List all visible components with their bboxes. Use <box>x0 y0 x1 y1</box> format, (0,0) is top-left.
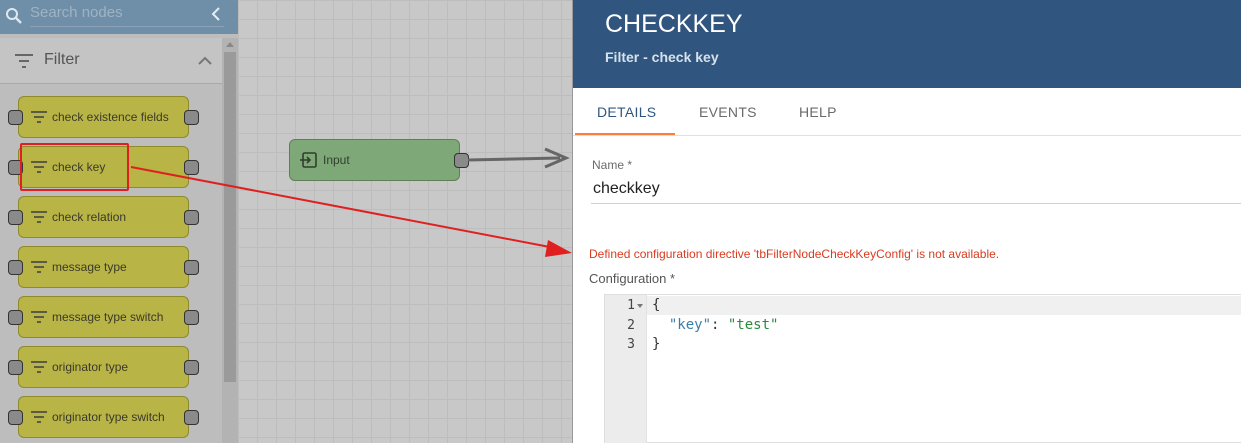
node-label: check relation <box>52 210 127 224</box>
tab-details[interactable]: DETAILS <box>597 104 656 120</box>
panel-title: CHECKKEY <box>605 10 743 38</box>
configuration-label: Configuration * <box>589 271 675 286</box>
node-label: originator type switch <box>52 410 165 424</box>
chevron-up-icon[interactable] <box>196 52 214 70</box>
search-underline <box>30 26 224 27</box>
node-output-port[interactable] <box>184 310 199 325</box>
filter-icon <box>31 311 47 323</box>
node-details-panel: CHECKKEY Filter - check key DETAILS EVEN… <box>572 0 1241 443</box>
name-field[interactable]: checkkey <box>593 180 660 198</box>
filter-icon <box>31 361 47 373</box>
fold-toggle-icon[interactable] <box>637 304 643 308</box>
search-icon <box>6 8 22 24</box>
name-field-underline <box>591 203 1241 204</box>
node-palette: Search nodes Filter check existence fiel… <box>0 0 238 443</box>
node-input-port[interactable] <box>8 110 23 125</box>
node-label: message type <box>52 260 127 274</box>
node-output-port[interactable] <box>184 410 199 425</box>
editor-gutter: 1 2 3 <box>605 295 647 443</box>
input-node-label: Input <box>323 153 350 167</box>
input-node[interactable]: Input <box>289 139 460 181</box>
palette-scroll-thumb[interactable] <box>224 52 236 382</box>
code-line-1: { <box>652 297 661 313</box>
configuration-json-editor[interactable]: 1 2 3 { "key": "test" } <box>604 294 1241 443</box>
filter-group-label: Filter <box>44 51 80 68</box>
node-output-port[interactable] <box>184 110 199 125</box>
filter-icon <box>15 54 33 68</box>
line-number: 3 <box>627 337 635 352</box>
palette-node-originator-type[interactable]: originator type <box>18 346 189 388</box>
palette-node-message-type[interactable]: message type <box>18 246 189 288</box>
filter-icon <box>31 411 47 423</box>
line-number: 2 <box>627 318 635 333</box>
rule-chain-canvas[interactable] <box>238 0 572 443</box>
active-tab-indicator <box>575 133 675 135</box>
line-number: 1 <box>627 298 635 313</box>
filter-group-header[interactable]: Filter <box>0 38 222 84</box>
node-input-port[interactable] <box>8 360 23 375</box>
input-node-output-port[interactable] <box>454 153 469 168</box>
chevron-left-icon[interactable] <box>206 4 226 24</box>
node-output-port[interactable] <box>184 260 199 275</box>
input-icon <box>300 152 317 168</box>
code-line-2: "key": "test" <box>668 317 779 333</box>
search-bar: Search nodes <box>0 0 238 34</box>
tab-events[interactable]: EVENTS <box>699 104 757 120</box>
palette-node-message-type-switch[interactable]: message type switch <box>18 296 189 338</box>
node-output-port[interactable] <box>184 210 199 225</box>
node-input-port[interactable] <box>8 310 23 325</box>
name-field-label: Name * <box>592 158 633 172</box>
search-input[interactable]: Search nodes <box>30 4 123 21</box>
filter-icon <box>31 211 47 223</box>
filter-icon <box>31 261 47 273</box>
node-input-port[interactable] <box>8 210 23 225</box>
palette-node-originator-type-switch[interactable]: originator type switch <box>18 396 189 438</box>
annotation-highlight-box <box>20 143 129 191</box>
active-line-highlight <box>647 296 1241 315</box>
config-error-message: Defined configuration directive 'tbFilte… <box>589 247 1000 261</box>
panel-tabs: DETAILS EVENTS HELP <box>573 88 1241 136</box>
palette-node-check-existence-fields[interactable]: check existence fields <box>18 96 189 138</box>
node-input-port[interactable] <box>8 260 23 275</box>
filter-icon <box>31 111 47 123</box>
palette-node-check-relation[interactable]: check relation <box>18 196 189 238</box>
node-label: check existence fields <box>52 110 169 124</box>
node-input-port[interactable] <box>8 410 23 425</box>
code-line-3: } <box>652 336 661 352</box>
node-label: message type switch <box>52 310 164 324</box>
panel-subtitle: Filter - check key <box>605 49 719 65</box>
panel-header: CHECKKEY Filter - check key <box>573 0 1241 88</box>
tab-help[interactable]: HELP <box>799 104 837 120</box>
node-label: originator type <box>52 360 129 374</box>
node-output-port[interactable] <box>184 160 199 175</box>
node-output-port[interactable] <box>184 360 199 375</box>
scroll-up-arrow[interactable] <box>226 42 234 47</box>
